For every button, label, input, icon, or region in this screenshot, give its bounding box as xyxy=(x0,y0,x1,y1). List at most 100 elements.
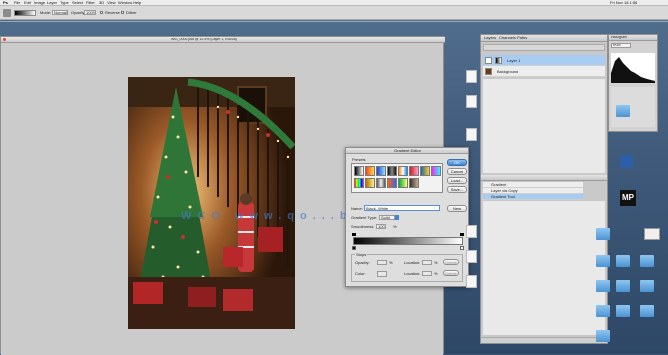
cancel-button[interactable]: Cancel xyxy=(447,168,467,175)
menu-3d[interactable]: 3D xyxy=(99,1,104,5)
image-file-icon[interactable] xyxy=(644,228,660,240)
history-panel-header[interactable] xyxy=(481,175,607,181)
layer-row-selected[interactable]: Layer 1 xyxy=(483,55,605,66)
menu-layer[interactable]: Layer xyxy=(47,1,57,5)
menu-filter[interactable]: Filter xyxy=(86,1,95,5)
preset-swatch[interactable] xyxy=(354,166,364,176)
gradient-type-select[interactable]: Solid xyxy=(379,215,395,220)
dither-checkbox[interactable] xyxy=(121,11,124,14)
ok-button[interactable]: OK xyxy=(447,159,467,166)
gradient-bar[interactable] xyxy=(353,237,463,245)
history-empty-area xyxy=(483,201,605,335)
folder-icon[interactable] xyxy=(596,228,610,240)
mode-select[interactable]: Normal xyxy=(52,10,68,15)
channel-select[interactable]: RGB xyxy=(611,43,631,48)
preset-swatch[interactable] xyxy=(387,166,397,176)
delete-opacity-stop-button[interactable]: Delete xyxy=(443,259,459,265)
stop-color-location-field[interactable] xyxy=(422,271,432,276)
layer-thumbnail xyxy=(485,57,492,64)
preset-swatch[interactable] xyxy=(387,178,397,188)
app-name[interactable]: Ps xyxy=(3,1,8,5)
gradient-preview[interactable] xyxy=(14,10,36,16)
folder-icon[interactable] xyxy=(640,280,654,292)
gradient-tool-icon[interactable] xyxy=(3,9,11,17)
history-footer xyxy=(481,337,607,343)
folder-icon[interactable] xyxy=(596,305,610,317)
color-stop-left[interactable] xyxy=(352,246,356,250)
layers-options-row[interactable] xyxy=(483,44,605,51)
tab-paths[interactable]: Paths xyxy=(517,36,527,40)
stops-label: Stops xyxy=(355,253,368,257)
preset-swatch[interactable] xyxy=(376,178,386,188)
tab-channels[interactable]: Channels xyxy=(499,36,516,40)
opacity-stop-left[interactable] xyxy=(352,233,356,236)
file-icon[interactable] xyxy=(466,250,477,263)
menu-file[interactable]: File xyxy=(14,1,20,5)
layer-mask-thumbnail xyxy=(495,57,502,64)
smoothness-unit: % xyxy=(393,225,397,229)
document-title: IMG_0000.psd @ 12.5% (Layer 1, RGB/8) xyxy=(171,38,237,41)
color-stop-right[interactable] xyxy=(460,246,464,250)
stop-opacity-field[interactable] xyxy=(377,260,387,265)
delete-color-stop-button[interactable]: Delete xyxy=(443,270,459,276)
opacity-stop-right[interactable] xyxy=(460,233,464,236)
stop-color-swatch[interactable] xyxy=(377,271,387,277)
opacity-field[interactable]: 100% xyxy=(84,10,96,15)
menu-window[interactable]: Window xyxy=(118,1,132,5)
preset-swatch[interactable] xyxy=(365,166,375,176)
file-icon[interactable] xyxy=(466,95,477,108)
preset-swatch[interactable] xyxy=(398,166,408,176)
folder-icon[interactable] xyxy=(640,305,654,317)
gradient-editor-dialog: Gradient Editor Presets OK Cancel Load..… xyxy=(345,147,469,287)
save-button[interactable]: Save... xyxy=(447,186,467,193)
file-icon[interactable] xyxy=(466,275,477,288)
menu-type[interactable]: Type xyxy=(60,1,69,5)
preset-swatch[interactable] xyxy=(409,178,419,188)
mode-label: Mode: xyxy=(40,11,52,15)
file-icon[interactable] xyxy=(466,128,477,141)
smoothness-field[interactable]: 100 xyxy=(376,224,386,229)
folder-icon[interactable] xyxy=(640,255,654,267)
mp-app-icon[interactable]: MP xyxy=(620,190,636,206)
dialog-title: Gradient Editor xyxy=(394,149,421,153)
folder-icon[interactable] xyxy=(596,280,610,292)
christmas-tree-photo[interactable] xyxy=(128,77,295,329)
file-icon[interactable] xyxy=(466,225,477,238)
chevron-down-icon[interactable] xyxy=(395,215,399,220)
menu-view[interactable]: View xyxy=(107,1,116,5)
dialog-titlebar[interactable]: Gradient Editor xyxy=(346,148,468,154)
menu-help[interactable]: Help xyxy=(133,1,141,5)
stop-location-unit: % xyxy=(434,261,438,265)
folder-icon[interactable] xyxy=(616,105,630,117)
history-row-selected[interactable]: Gradient Tool xyxy=(483,194,583,200)
menu-image[interactable]: Image xyxy=(34,1,45,5)
preset-swatch[interactable] xyxy=(354,178,364,188)
reverse-checkbox[interactable] xyxy=(100,11,103,14)
folder-icon[interactable] xyxy=(616,255,630,267)
folder-icon[interactable] xyxy=(616,305,630,317)
layers-panel-header[interactable]: Layers Channels Paths xyxy=(481,35,607,42)
reverse-label: Reverse xyxy=(105,11,120,15)
tab-layers[interactable]: Layers xyxy=(484,36,496,40)
folder-icon[interactable] xyxy=(596,255,610,267)
folder-icon[interactable] xyxy=(596,330,610,342)
gradient-name-field[interactable]: Black, White xyxy=(364,205,440,211)
new-button[interactable]: New xyxy=(447,205,467,212)
preset-swatch[interactable] xyxy=(376,166,386,176)
menu-select[interactable]: Select xyxy=(72,1,83,5)
preset-swatch[interactable] xyxy=(409,166,419,176)
preset-swatch[interactable] xyxy=(398,178,408,188)
close-window-button[interactable] xyxy=(3,38,6,41)
app-icon[interactable] xyxy=(620,155,633,168)
histogram-header[interactable]: Histogram xyxy=(609,35,657,41)
file-icon[interactable] xyxy=(466,70,477,83)
presets-grid xyxy=(351,163,443,193)
layer-row[interactable]: Background xyxy=(483,66,605,77)
folder-icon[interactable] xyxy=(616,280,630,292)
preset-swatch[interactable] xyxy=(420,166,430,176)
stop-location-field[interactable] xyxy=(422,260,432,265)
load-button[interactable]: Load... xyxy=(447,177,467,184)
preset-swatch[interactable] xyxy=(365,178,375,188)
menu-edit[interactable]: Edit xyxy=(24,1,31,5)
preset-swatch[interactable] xyxy=(431,166,441,176)
